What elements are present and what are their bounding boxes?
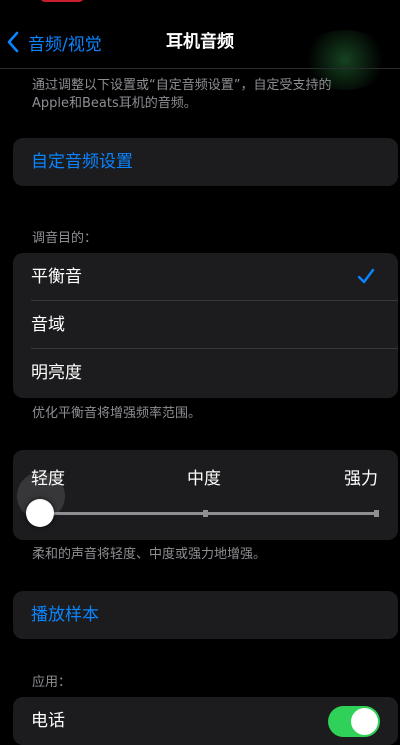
strength-slider-track[interactable] — [41, 510, 379, 517]
navigation-bar: 音频/视觉 耳机音频 — [0, 20, 400, 90]
play-sample-button[interactable]: 播放样本 — [13, 591, 398, 639]
apply-phone-label: 电话 — [31, 711, 65, 731]
checkmark-icon — [357, 268, 375, 284]
strength-footer-note: 柔和的声音将轻度、中度或强力地增强。 — [32, 547, 267, 562]
tuning-section-header: 调音目的： — [32, 231, 98, 246]
slider-tick-strong — [374, 510, 379, 517]
strength-label-strong: 强力 — [344, 469, 378, 489]
strength-slider-card: 轻度 中度 强力 — [13, 450, 398, 540]
tuning-footer-note: 优化平衡音将增强频率范围。 — [32, 406, 202, 421]
tuning-option-balanced[interactable]: 平衡音 — [13, 253, 398, 301]
tuning-option-brightness[interactable]: 明亮度 — [13, 349, 398, 397]
toggle-knob — [351, 708, 378, 735]
tuning-option-label: 明亮度 — [31, 363, 82, 383]
play-sample-label: 播放样本 — [31, 605, 99, 625]
apply-phone-row: 电话 — [13, 697, 398, 745]
phone-toggle[interactable] — [328, 706, 380, 737]
custom-audio-setup-label: 自定音频设置 — [31, 152, 133, 172]
custom-audio-setup-button[interactable]: 自定音频设置 — [13, 138, 398, 186]
nav-divider — [0, 68, 400, 69]
slider-tick-medium — [203, 510, 208, 517]
intro-note-line-2: Apple和Beats耳机的音频。 — [32, 96, 197, 111]
tuning-option-label: 音域 — [31, 315, 65, 335]
apply-section-header: 应用： — [32, 675, 72, 690]
tuning-option-label: 平衡音 — [31, 267, 82, 287]
page-title: 耳机音频 — [166, 32, 234, 52]
tuning-options-list: 平衡音 音域 明亮度 — [13, 253, 398, 398]
tuning-option-range[interactable]: 音域 — [13, 301, 398, 349]
strength-slider-knob[interactable] — [26, 499, 54, 527]
intro-note-line-1: 通过调整以下设置或“自定音频设置”，自定受支持的 — [32, 78, 332, 93]
strength-label-medium: 中度 — [187, 469, 221, 489]
status-indicator-pill — [40, 0, 84, 2]
intro-note: 通过调整以下设置或“自定音频设置”，自定受支持的 Apple和Beats耳机的音… — [32, 77, 331, 113]
